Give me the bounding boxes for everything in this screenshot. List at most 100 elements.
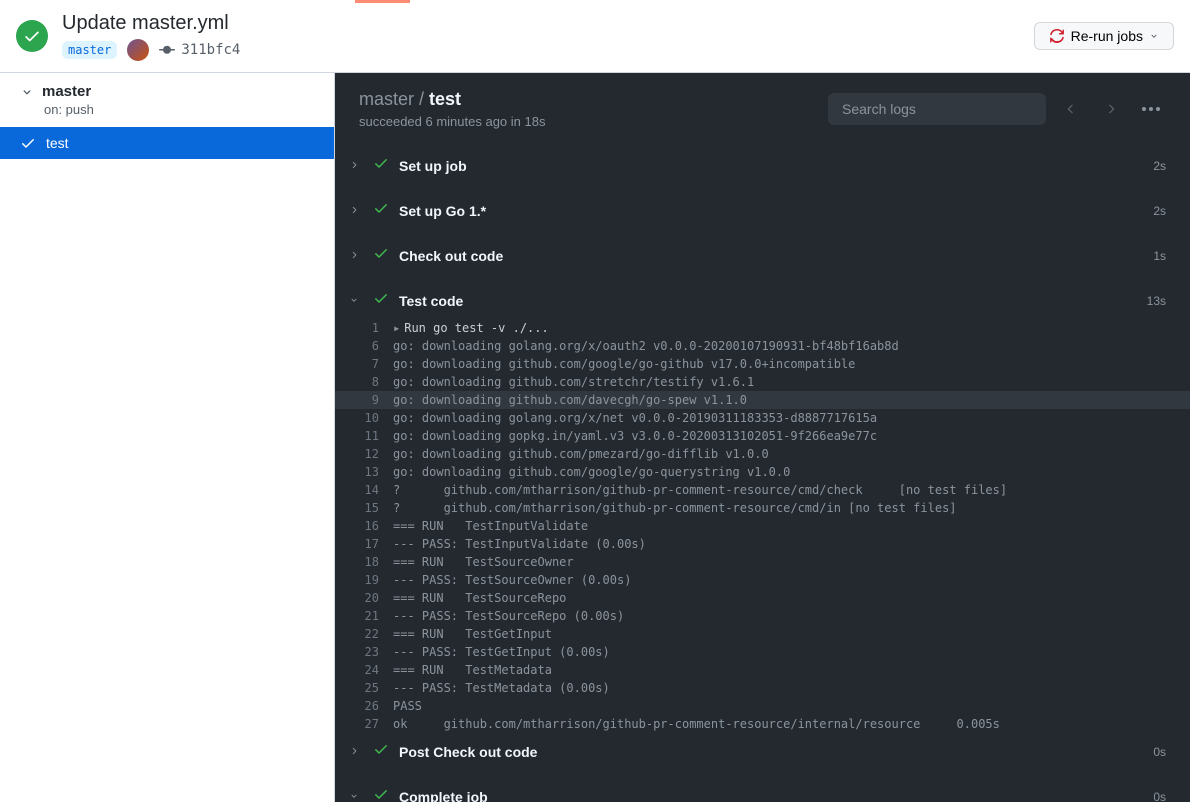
- line-number: 1: [349, 319, 379, 337]
- line-number: 20: [349, 589, 379, 607]
- branch-badge[interactable]: master: [62, 41, 117, 59]
- line-number: 18: [349, 553, 379, 571]
- chevron-right-icon: [349, 205, 359, 215]
- line-number: 10: [349, 409, 379, 427]
- log-line: 6go: downloading golang.org/x/oauth2 v0.…: [335, 337, 1190, 355]
- more-menu-button[interactable]: [1136, 107, 1166, 111]
- log-line: 17--- PASS: TestInputValidate (0.00s): [335, 535, 1190, 553]
- check-icon: [373, 155, 389, 171]
- line-number: 13: [349, 463, 379, 481]
- workflow-header: Update master.yml master 311bfc4 Re-run …: [0, 0, 1190, 73]
- step-duration: 0s: [1153, 745, 1166, 759]
- line-number: 17: [349, 535, 379, 553]
- log-line: 16=== RUN TestInputValidate: [335, 517, 1190, 535]
- step-row[interactable]: Post Check out code 0s: [335, 733, 1190, 770]
- commit-icon: [159, 42, 175, 58]
- log-line: 1▸Run go test -v ./...: [335, 319, 1190, 337]
- step-row[interactable]: Check out code 1s: [335, 237, 1190, 274]
- chevron-left-icon: [1064, 102, 1078, 116]
- step-row[interactable]: Set up job 2s: [335, 147, 1190, 184]
- step-row[interactable]: Complete job 0s: [335, 778, 1190, 802]
- active-tab-indicator: [355, 0, 410, 3]
- search-logs-input[interactable]: [828, 93, 1046, 125]
- breadcrumb-current: test: [429, 89, 461, 109]
- job-name: test: [46, 135, 69, 151]
- chevron-down-icon: [20, 85, 34, 99]
- check-icon: [373, 245, 389, 261]
- chevron-right-icon: [1104, 102, 1118, 116]
- log-line: 9go: downloading github.com/davecgh/go-s…: [335, 391, 1190, 409]
- chevron-down-icon: [349, 295, 359, 305]
- check-icon: [20, 135, 36, 151]
- log-output: 1▸Run go test -v ./...6go: downloading g…: [335, 319, 1190, 733]
- step-label: Test code: [399, 293, 1147, 309]
- line-number: 22: [349, 625, 379, 643]
- job-item-test[interactable]: test: [0, 127, 334, 159]
- job-status-text: succeeded 6 minutes ago in 18s: [359, 114, 818, 129]
- step-label: Complete job: [399, 789, 1153, 802]
- log-line: 13go: downloading github.com/google/go-q…: [335, 463, 1190, 481]
- line-number: 24: [349, 661, 379, 679]
- workflow-item[interactable]: master on: push: [0, 73, 334, 127]
- next-button[interactable]: [1096, 94, 1126, 124]
- chevron-down-icon: [1149, 31, 1159, 41]
- jobs-sidebar: master on: push test: [0, 73, 335, 802]
- step-label: Set up job: [399, 158, 1153, 174]
- log-line: 27ok github.com/mtharrison/github-pr-com…: [335, 715, 1190, 733]
- chevron-right-icon: [349, 160, 359, 170]
- chevron-down-icon: [349, 791, 359, 801]
- line-number: 25: [349, 679, 379, 697]
- step-label: Set up Go 1.*: [399, 203, 1153, 219]
- step-row[interactable]: Set up Go 1.* 2s: [335, 192, 1190, 229]
- log-line: 15? github.com/mtharrison/github-pr-comm…: [335, 499, 1190, 517]
- line-number: 7: [349, 355, 379, 373]
- step-row[interactable]: Test code 13s: [335, 282, 1190, 319]
- line-number: 12: [349, 445, 379, 463]
- step-label: Post Check out code: [399, 744, 1153, 760]
- breadcrumb-parent: master: [359, 89, 414, 109]
- chevron-right-icon: [349, 746, 359, 756]
- log-line: 14? github.com/mtharrison/github-pr-comm…: [335, 481, 1190, 499]
- line-number: 27: [349, 715, 379, 733]
- line-number: 6: [349, 337, 379, 355]
- log-line: 20=== RUN TestSourceRepo: [335, 589, 1190, 607]
- log-line: 11go: downloading gopkg.in/yaml.v3 v3.0.…: [335, 427, 1190, 445]
- log-line: 8go: downloading github.com/stretchr/tes…: [335, 373, 1190, 391]
- workflow-trigger: on: push: [44, 102, 314, 117]
- chevron-right-icon: [349, 250, 359, 260]
- step-duration: 1s: [1153, 249, 1166, 263]
- line-number: 11: [349, 427, 379, 445]
- page-title: Update master.yml: [62, 11, 1034, 35]
- log-line: 12go: downloading github.com/pmezard/go-…: [335, 445, 1190, 463]
- step-duration: 0s: [1153, 790, 1166, 802]
- breadcrumb: master / test: [359, 89, 818, 110]
- rerun-jobs-label: Re-run jobs: [1071, 28, 1143, 44]
- check-icon: [373, 741, 389, 757]
- commit-sha[interactable]: 311bfc4: [159, 42, 240, 58]
- avatar[interactable]: [127, 39, 149, 61]
- line-number: 21: [349, 607, 379, 625]
- line-number: 8: [349, 373, 379, 391]
- line-number: 23: [349, 643, 379, 661]
- log-line: 26PASS: [335, 697, 1190, 715]
- line-number: 9: [349, 391, 379, 409]
- check-icon: [373, 786, 389, 802]
- line-number: 26: [349, 697, 379, 715]
- step-label: Check out code: [399, 248, 1153, 264]
- step-duration: 2s: [1153, 159, 1166, 173]
- prev-button[interactable]: [1056, 94, 1086, 124]
- step-duration: 13s: [1147, 294, 1166, 308]
- log-line: 10go: downloading golang.org/x/net v0.0.…: [335, 409, 1190, 427]
- rerun-jobs-button[interactable]: Re-run jobs: [1034, 22, 1174, 50]
- step-duration: 2s: [1153, 204, 1166, 218]
- workflow-name: master: [42, 83, 91, 100]
- log-line: 25--- PASS: TestMetadata (0.00s): [335, 679, 1190, 697]
- status-badge-success: [16, 20, 48, 52]
- log-panel: master / test succeeded 6 minutes ago in…: [335, 73, 1190, 802]
- log-line: 23--- PASS: TestGetInput (0.00s): [335, 643, 1190, 661]
- log-line: 19--- PASS: TestSourceOwner (0.00s): [335, 571, 1190, 589]
- log-line: 7go: downloading github.com/google/go-gi…: [335, 355, 1190, 373]
- line-number: 16: [349, 517, 379, 535]
- commit-sha-text: 311bfc4: [181, 42, 240, 58]
- line-number: 19: [349, 571, 379, 589]
